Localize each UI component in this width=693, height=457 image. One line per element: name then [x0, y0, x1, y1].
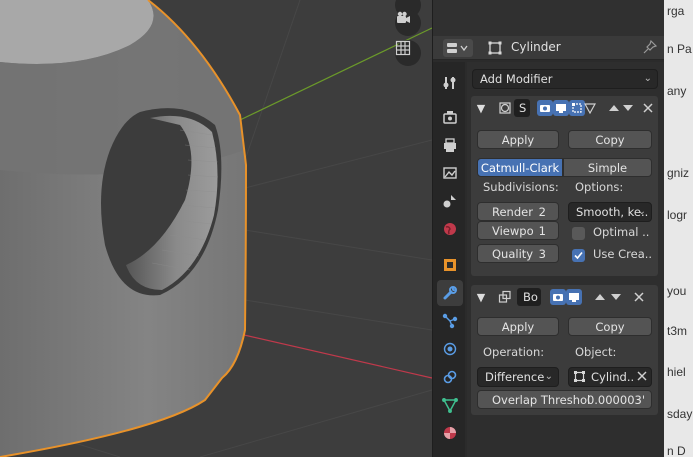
background-text: any	[667, 84, 687, 98]
modifier-stack: Add Modifier ⌄ ▼ S Apply Copy Catmull-Cl…	[467, 62, 665, 457]
move-up-icon[interactable]	[592, 289, 608, 305]
boolean-header: ▼ Bo	[471, 285, 658, 309]
material-icon[interactable]	[437, 420, 463, 446]
3d-viewport[interactable]	[0, 0, 432, 457]
optimal-display-checkbox[interactable]	[572, 227, 585, 240]
collapse-arrow-icon[interactable]: ▼	[473, 100, 489, 116]
boolean-modifier-icon	[497, 289, 513, 305]
properties-header: Cylinder	[433, 36, 665, 60]
move-down-icon[interactable]	[608, 289, 624, 305]
modifier-icon[interactable]	[437, 280, 463, 306]
constraints-icon[interactable]	[437, 364, 463, 390]
overlap-threshold-label: Overlap Threshol	[492, 393, 591, 407]
subsurf-apply-button[interactable]: Apply	[477, 130, 559, 149]
viewport-levels-value: 1	[538, 224, 546, 238]
render-icon[interactable]	[437, 104, 463, 130]
viewport-scene	[0, 0, 432, 457]
grid-icon[interactable]	[395, 40, 421, 66]
background-text: gniz	[667, 166, 690, 180]
background-text: sday	[667, 407, 693, 421]
use-creases-checkbox[interactable]	[572, 249, 585, 262]
camera-icon[interactable]	[537, 100, 553, 116]
object-icon	[573, 370, 586, 388]
simple-option[interactable]: Simple	[563, 158, 652, 177]
object-icon[interactable]	[437, 252, 463, 278]
add-modifier-dropdown[interactable]: Add Modifier ⌄	[472, 69, 658, 89]
camera-icon[interactable]	[395, 10, 421, 36]
add-modifier-label: Add Modifier	[480, 72, 553, 86]
catmull-clark-option[interactable]: Catmull-Clark	[477, 158, 563, 177]
object-picker[interactable]: Cylind..	[568, 367, 652, 387]
background-text: logr	[667, 208, 688, 222]
object-name: Cylinder	[511, 40, 561, 54]
viewport-levels-field[interactable]: Viewpo 1	[477, 221, 559, 240]
object-value: Cylind..	[591, 370, 635, 384]
chevron-down-icon: ⌄	[637, 206, 646, 217]
move-down-icon[interactable]	[620, 100, 636, 116]
on-cage-icon[interactable]	[582, 100, 598, 116]
object-icon	[487, 40, 503, 56]
quality-label: Quality	[492, 247, 534, 261]
render-levels-field[interactable]: Render 2	[477, 202, 559, 221]
chevron-down-icon: ⌄	[643, 73, 652, 84]
remove-modifier-icon[interactable]	[640, 100, 656, 116]
overlap-threshold-field[interactable]: Overlap Threshol 0.000003'	[477, 390, 652, 409]
data-icon[interactable]	[437, 392, 463, 418]
render-levels-label: Render	[492, 205, 533, 219]
object-label: Object:	[575, 345, 617, 359]
pin-icon[interactable]	[643, 39, 658, 57]
quality-field[interactable]: Quality 3	[477, 244, 559, 263]
background-text: rga	[667, 4, 685, 18]
operation-label: Operation:	[483, 345, 545, 359]
properties-tabs	[433, 62, 465, 457]
subsurf-header: ▼ S	[471, 96, 658, 120]
background-window: rga n Pa any gniz logr you t3m hiel sday…	[664, 0, 693, 457]
world-icon[interactable]	[437, 216, 463, 242]
monitor-icon[interactable]	[553, 100, 569, 116]
render-levels-value: 2	[538, 205, 546, 219]
boolean-modifier-panel: ▼ Bo Apply Copy Operation: Object: Diffe…	[471, 285, 658, 415]
chevron-down-icon: ⌄	[544, 371, 553, 382]
properties-editor: Cylinder Add Modifier ⌄ ▼ S Apply Copy C…	[432, 0, 665, 457]
subsurf-copy-button[interactable]: Copy	[568, 130, 652, 149]
clear-object-icon[interactable]	[637, 368, 647, 386]
boolean-name-field[interactable]: Bo	[517, 288, 541, 306]
physics-icon[interactable]	[437, 336, 463, 362]
viewport-levels-label: Viewpo	[492, 224, 534, 238]
background-text: hiel	[667, 365, 686, 379]
subsurf-modifier-icon	[497, 100, 513, 116]
subsurf-modifier-panel: ▼ S Apply Copy Catmull-Clark Simple Subd…	[471, 96, 658, 276]
collapse-arrow-icon[interactable]: ▼	[473, 289, 489, 305]
background-text: n Pa	[667, 42, 692, 56]
scene-icon[interactable]	[437, 188, 463, 214]
options-label: Options:	[575, 180, 624, 194]
remove-modifier-icon[interactable]	[631, 289, 647, 305]
boolean-apply-button[interactable]: Apply	[477, 317, 559, 336]
overlap-threshold-value: 0.000003'	[586, 393, 645, 407]
tool-icon[interactable]	[437, 70, 463, 96]
background-text: n D	[667, 444, 686, 457]
view-layer-icon[interactable]	[437, 160, 463, 186]
subdivisions-label: Subdivisions:	[483, 180, 559, 194]
operation-value: Difference	[485, 370, 545, 384]
editor-type-button[interactable]	[443, 39, 473, 57]
monitor-icon[interactable]	[566, 289, 582, 305]
optimal-display-label: Optimal ..	[593, 225, 650, 239]
camera-icon[interactable]	[550, 289, 566, 305]
subsurf-name-field[interactable]: S	[514, 99, 530, 117]
background-text: you	[667, 284, 687, 298]
uv-smooth-dropdown[interactable]: Smooth, ke.. ⌄	[568, 202, 652, 222]
output-icon[interactable]	[437, 132, 463, 158]
operation-dropdown[interactable]: Difference ⌄	[477, 367, 559, 387]
background-text: t3m	[667, 324, 688, 338]
boolean-copy-button[interactable]: Copy	[568, 317, 652, 336]
properties-top-area	[433, 0, 665, 36]
use-creases-label: Use Crea..	[593, 247, 653, 261]
particles-icon[interactable]	[437, 308, 463, 334]
quality-value: 3	[538, 247, 546, 261]
